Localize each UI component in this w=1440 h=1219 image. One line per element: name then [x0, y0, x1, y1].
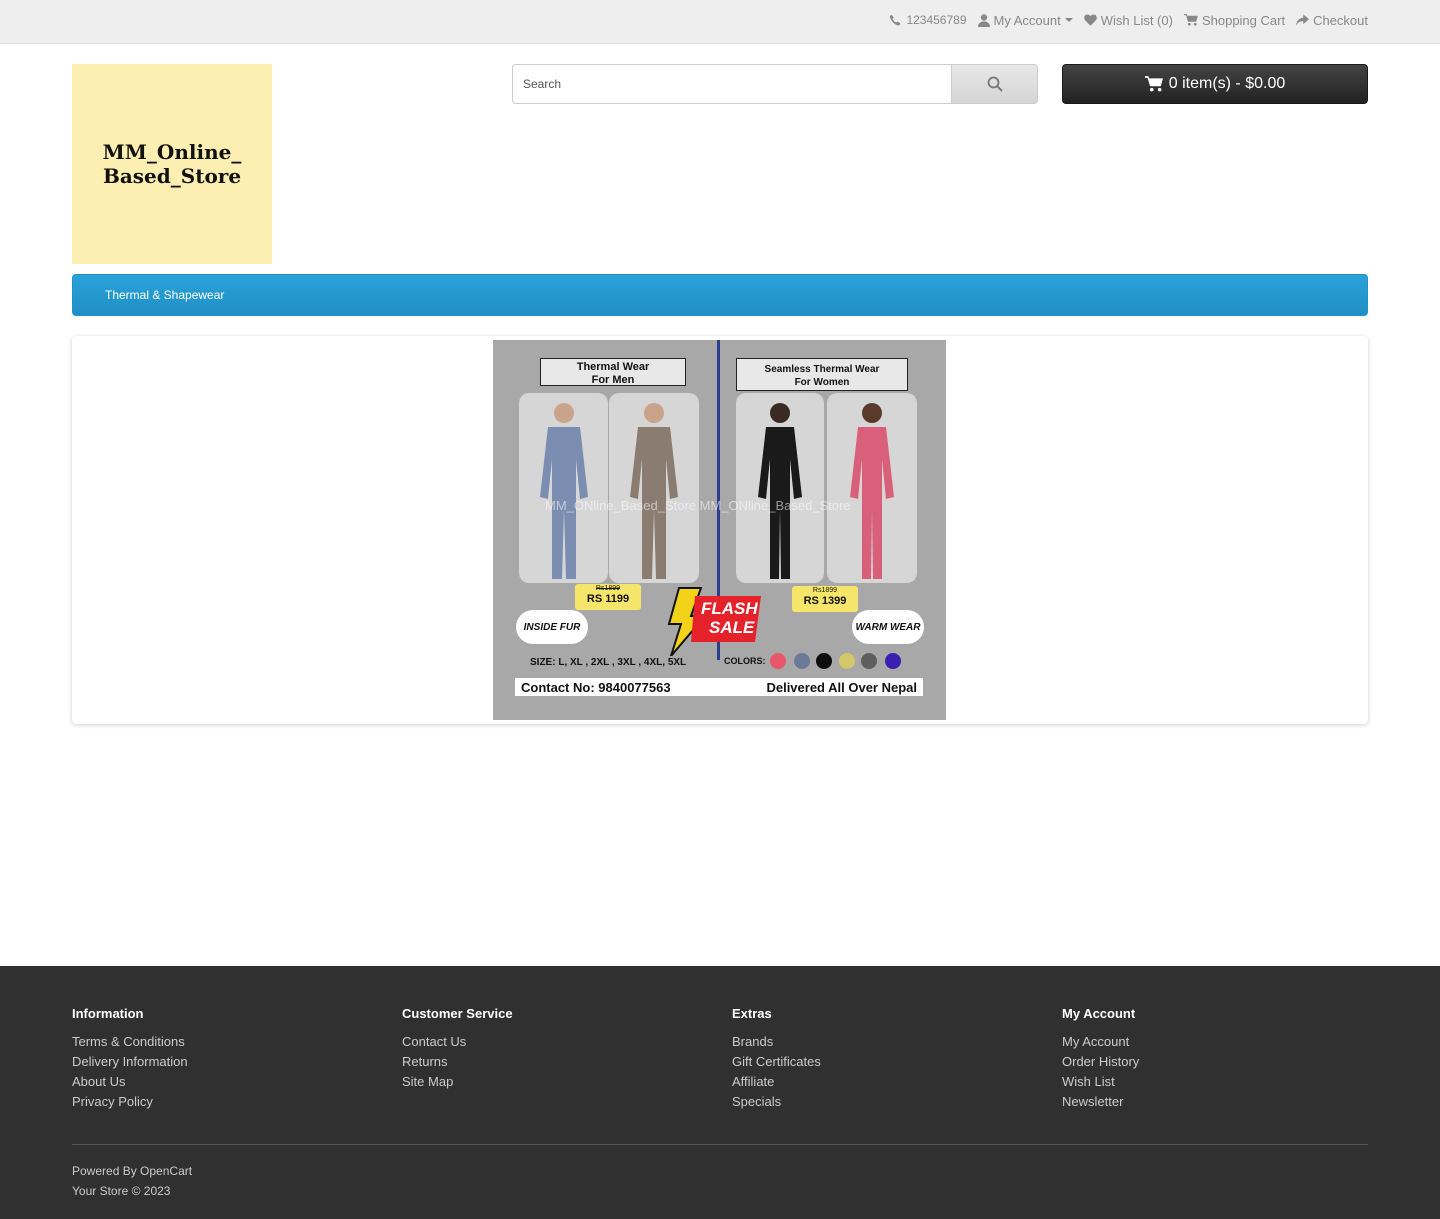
search-bar: [512, 64, 1038, 104]
promo-banner[interactable]: Thermal Wear For Men Seamless Thermal We…: [493, 340, 946, 720]
powered-by: Powered By OpenCart: [72, 1164, 192, 1178]
men-title-1: Thermal Wear: [576, 361, 650, 373]
women-title-box: Seamless Thermal Wear For Women: [736, 358, 908, 391]
women-price: RS 1399: [803, 595, 847, 607]
color-swatch: [794, 653, 810, 669]
search-input[interactable]: [512, 64, 952, 104]
footer-link-newsletter[interactable]: Newsletter: [1062, 1092, 1139, 1112]
cart-total: 0 item(s) - $0.00: [1168, 75, 1286, 92]
phone-number: 123456789: [906, 13, 967, 27]
footer-link-my-account[interactable]: My Account: [1062, 1032, 1139, 1052]
women-price-tag: Rs1899 RS 1399: [792, 586, 858, 612]
phone-icon: [890, 14, 901, 25]
inside-fur-badge: INSIDE FUR: [518, 612, 586, 642]
thermal-figure-icon: [539, 403, 588, 579]
share-icon: [1296, 14, 1310, 26]
footer-link-sitemap[interactable]: Site Map: [402, 1072, 513, 1092]
footer-link-affiliate[interactable]: Affiliate: [732, 1072, 821, 1092]
thermal-figure-icon: [758, 403, 802, 579]
women-product-pink: [827, 393, 917, 583]
footer-link-returns[interactable]: Returns: [402, 1052, 513, 1072]
heart-icon: [1083, 14, 1097, 26]
checkout-link[interactable]: Checkout: [1296, 13, 1368, 28]
powered-prefix: Powered By: [72, 1164, 137, 1178]
top-links: 123456789 My Account Wish List (0) Shopp…: [889, 0, 1368, 40]
user-icon: [977, 13, 990, 27]
women-old-price: Rs1899: [812, 587, 838, 594]
footer-heading: Information: [72, 1006, 144, 1021]
sizes-text: SIZE: L, XL , 2XL , 3XL , 4XL, 5XL: [530, 657, 687, 668]
footer-heading: My Account: [1062, 1006, 1136, 1021]
women-title-1: Seamless Thermal Wear: [764, 364, 880, 375]
wish-list-label: Wish List (0): [1100, 12, 1173, 28]
footer-link-brands[interactable]: Brands: [732, 1032, 821, 1052]
menu-item-thermal-shapewear[interactable]: Thermal & Shapewear: [105, 288, 224, 302]
men-title-2: For Men: [591, 374, 635, 386]
footer-link-privacy[interactable]: Privacy Policy: [72, 1092, 188, 1112]
color-swatch: [861, 653, 877, 669]
flash-sale-badge: FLASH SALE: [665, 586, 765, 656]
footer-col-customer-service: Customer Service Contact Us Returns Site…: [402, 1006, 513, 1092]
my-account-label: My Account: [993, 12, 1061, 28]
footer-col-my-account: My Account My Account Order History Wish…: [1062, 1006, 1139, 1112]
delivery-text: Delivered All Over Nepal: [766, 679, 917, 695]
store-logo[interactable]: MM_Online_ Based_Store: [72, 64, 272, 264]
footer-col-information: Information Terms & Conditions Delivery …: [72, 1006, 188, 1112]
search-icon: [987, 76, 1003, 92]
men-product-blue: [519, 393, 608, 583]
color-swatch: [885, 653, 901, 669]
footer: Information Terms & Conditions Delivery …: [0, 966, 1440, 1219]
color-swatch: [770, 653, 786, 669]
footer-link-wish-list[interactable]: Wish List: [1062, 1072, 1139, 1092]
copyright: Your Store © 2023: [72, 1184, 171, 1198]
men-price: RS 1199: [586, 593, 630, 605]
checkout-label: Checkout: [1313, 12, 1368, 28]
color-swatch: [816, 653, 832, 669]
banner-panel: Thermal Wear For Men Seamless Thermal We…: [72, 336, 1368, 724]
color-swatch: [839, 653, 855, 669]
footer-link-contact[interactable]: Contact Us: [402, 1032, 513, 1052]
flash-text: FLASH: [701, 599, 758, 618]
footer-link-delivery[interactable]: Delivery Information: [72, 1052, 188, 1072]
colors-label: COLORS:: [724, 656, 766, 666]
top-bar: 123456789 My Account Wish List (0) Shopp…: [0, 0, 1440, 44]
women-product-black: [736, 393, 824, 583]
wish-list-link[interactable]: Wish List (0): [1083, 12, 1173, 28]
my-account-dropdown[interactable]: My Account: [977, 12, 1073, 28]
footer-link-specials[interactable]: Specials: [732, 1092, 821, 1112]
footer-link-gift-certificates[interactable]: Gift Certificates: [732, 1052, 821, 1072]
footer-link-order-history[interactable]: Order History: [1062, 1052, 1139, 1072]
caret-down-icon: [1064, 18, 1073, 22]
logo-line-2: Based_Store: [102, 164, 242, 188]
contact-number: Contact No: 9840077563: [521, 679, 671, 695]
footer-divider: [72, 1144, 1368, 1145]
thermal-figure-icon: [630, 403, 678, 579]
footer-heading: Customer Service: [402, 1006, 513, 1021]
footer-col-extras: Extras Brands Gift Certificates Affiliat…: [732, 1006, 821, 1112]
cart-icon: [1144, 76, 1163, 92]
cart-button[interactable]: 0 item(s) - $0.00: [1062, 64, 1368, 104]
search-button[interactable]: [952, 64, 1038, 104]
contact-strip: Contact No: 9840077563 Delivered All Ove…: [515, 678, 923, 696]
men-title-box: Thermal Wear For Men: [540, 358, 686, 386]
shopping-cart-link[interactable]: Shopping Cart: [1184, 13, 1285, 28]
logo-line-1: MM_Online_: [102, 140, 242, 164]
women-title-2: For Women: [794, 377, 850, 388]
men-price-tag: Rs1899 RS 1199: [575, 584, 641, 610]
banner-watermark: MM_ONline_Based_Store MM_ONline_Based_St…: [545, 498, 851, 513]
footer-heading: Extras: [732, 1006, 772, 1021]
warm-wear-badge: WARM WEAR: [854, 612, 922, 642]
opencart-link[interactable]: OpenCart: [140, 1164, 192, 1178]
sale-text: SALE: [709, 618, 755, 637]
phone-link[interactable]: 123456789: [889, 13, 967, 27]
footer-link-about[interactable]: About Us: [72, 1072, 188, 1092]
shopping-cart-label: Shopping Cart: [1201, 12, 1286, 28]
men-product-brown: [609, 393, 699, 583]
thermal-figure-icon: [850, 403, 894, 579]
men-old-price: Rs1899: [595, 585, 621, 592]
footer-link-terms[interactable]: Terms & Conditions: [72, 1032, 188, 1052]
cart-icon: [1184, 14, 1198, 26]
main-menu: Thermal & Shapewear: [72, 274, 1368, 316]
